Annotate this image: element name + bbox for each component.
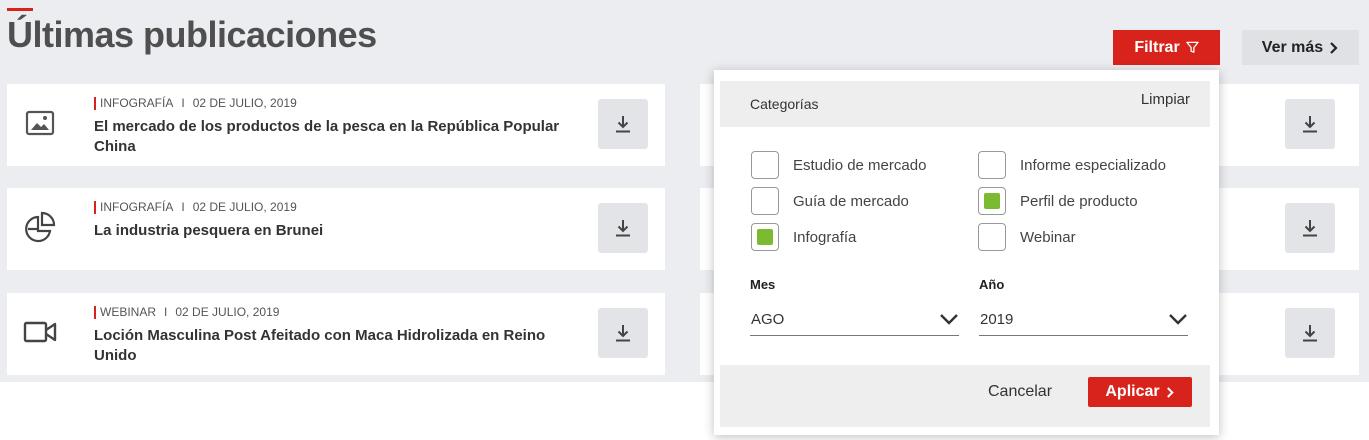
category-checkbox[interactable] <box>978 151 1006 179</box>
download-icon <box>616 325 630 342</box>
chevron-right-icon <box>1166 386 1174 398</box>
chevron-down-icon <box>940 314 958 325</box>
category-marker <box>94 96 96 110</box>
chevron-right-icon <box>1330 41 1338 54</box>
download-button[interactable] <box>598 99 648 149</box>
month-label: Mes <box>750 277 776 292</box>
see-more-button[interactable]: Ver más <box>1242 30 1359 65</box>
publication-type: INFOGRAFÍA <box>100 200 174 214</box>
funnel-icon <box>1185 41 1199 53</box>
page-title: Últimas publicaciones <box>7 14 377 55</box>
category-checkbox[interactable] <box>978 223 1006 251</box>
category-label: Guía de mercado <box>793 192 909 210</box>
video-camera-icon <box>23 315 57 349</box>
filter-button-label: Filtrar <box>1134 38 1180 56</box>
chevron-down-icon <box>1169 314 1187 325</box>
apply-button[interactable]: Aplicar <box>1088 377 1192 407</box>
category-label: Perfil de producto <box>1020 192 1138 210</box>
publication-card[interactable]: WEBINAR I 02 DE JULIO, 2019 Loción Mascu… <box>7 293 665 375</box>
publication-card[interactable]: INFOGRAFÍA I 02 DE JULIO, 2019 La indust… <box>7 188 665 270</box>
publication-meta: INFOGRAFÍA I 02 DE JULIO, 2019 <box>94 96 297 110</box>
category-marker <box>94 305 96 319</box>
meta-separator: I <box>181 200 185 214</box>
category-marker <box>94 200 96 214</box>
download-icon <box>616 116 630 133</box>
meta-separator: I <box>164 305 168 319</box>
category-option-infografia[interactable]: Infografía <box>751 223 856 251</box>
year-label: Año <box>979 277 1005 292</box>
month-select[interactable]: AGO <box>750 303 959 336</box>
publication-meta: INFOGRAFÍA I 02 DE JULIO, 2019 <box>94 200 297 214</box>
category-label: Infografía <box>793 228 857 246</box>
categories-label: Categorías <box>750 96 819 112</box>
pie-chart-icon <box>23 210 57 244</box>
filter-button[interactable]: Filtrar <box>1113 30 1220 65</box>
title-accent-bar <box>7 8 33 11</box>
filter-panel-footer: Cancelar Aplicar <box>720 365 1210 427</box>
download-button[interactable] <box>598 203 648 253</box>
month-value: AGO <box>751 310 785 328</box>
publication-date: 02 DE JULIO, 2019 <box>192 96 297 110</box>
year-select[interactable]: 2019 <box>979 303 1188 336</box>
category-checkbox-checked[interactable] <box>978 187 1006 215</box>
category-option-estudio-de-mercado[interactable]: Estudio de mercado <box>751 151 926 179</box>
category-option-guia-de-mercado[interactable]: Guía de mercado <box>751 187 909 215</box>
image-icon <box>23 106 57 140</box>
apply-button-label: Aplicar <box>1105 383 1160 400</box>
category-label: Informe especializado <box>1020 156 1166 174</box>
download-button[interactable] <box>1285 203 1335 253</box>
category-option-perfil-de-producto[interactable]: Perfil de producto <box>978 187 1138 215</box>
cancel-button[interactable]: Cancelar <box>988 383 1052 401</box>
download-button[interactable] <box>1285 99 1335 149</box>
publication-type: INFOGRAFÍA <box>100 96 174 110</box>
filter-panel: Categorías Limpiar Estudio de mercado In… <box>714 70 1219 435</box>
download-icon <box>1303 116 1317 133</box>
download-icon <box>616 220 630 237</box>
publication-title[interactable]: El mercado de los productos de la pesca … <box>94 117 564 157</box>
publication-title[interactable]: Loción Masculina Post Afeitado con Maca … <box>94 326 564 366</box>
publication-title[interactable]: La industria pesquera en Brunei <box>94 221 564 241</box>
category-checkbox[interactable] <box>751 151 779 179</box>
category-option-informe-especializado[interactable]: Informe especializado <box>978 151 1166 179</box>
download-icon <box>1303 325 1317 342</box>
clear-filters-button[interactable]: Limpiar <box>1141 91 1190 108</box>
see-more-label: Ver más <box>1261 38 1324 56</box>
publication-card[interactable]: INFOGRAFÍA I 02 DE JULIO, 2019 El mercad… <box>7 84 665 166</box>
filter-panel-header: Categorías Limpiar <box>720 81 1210 127</box>
year-value: 2019 <box>980 310 1014 328</box>
category-checkbox[interactable] <box>751 187 779 215</box>
download-button[interactable] <box>598 308 648 358</box>
category-label: Webinar <box>1020 228 1076 246</box>
category-checkbox-checked[interactable] <box>751 223 779 251</box>
download-icon <box>1303 220 1317 237</box>
publication-date: 02 DE JULIO, 2019 <box>192 200 297 214</box>
meta-separator: I <box>181 96 185 110</box>
publication-meta: WEBINAR I 02 DE JULIO, 2019 <box>94 305 279 319</box>
download-button[interactable] <box>1285 308 1335 358</box>
category-label: Estudio de mercado <box>793 156 927 174</box>
publication-type: WEBINAR <box>100 305 157 319</box>
publication-date: 02 DE JULIO, 2019 <box>175 305 280 319</box>
category-option-webinar[interactable]: Webinar <box>978 223 1076 251</box>
